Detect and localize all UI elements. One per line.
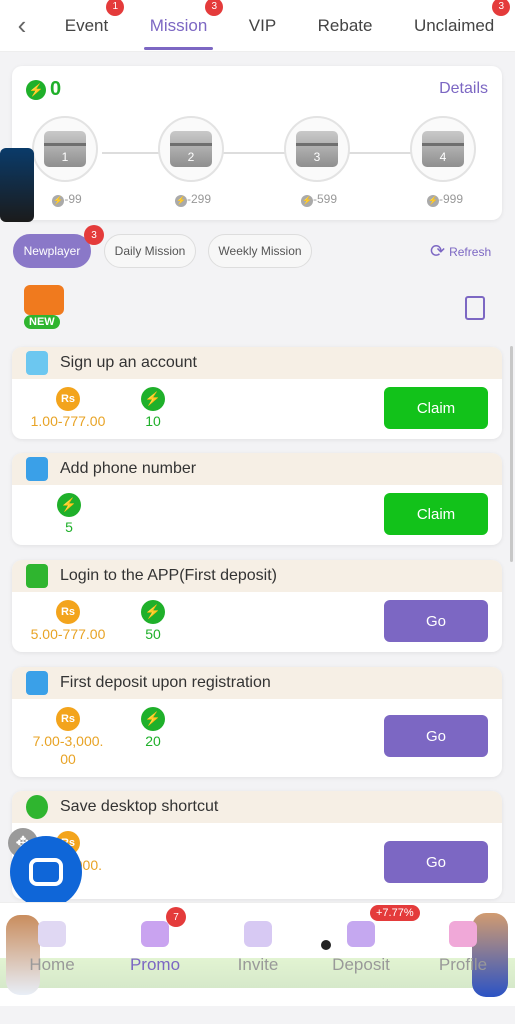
deposit-badge: +7.77% (370, 905, 420, 921)
reward-points: 10 (145, 413, 161, 429)
chest-1[interactable]: 1 ⚡-99 (32, 116, 102, 207)
task-title: Save desktop shortcut (60, 798, 219, 815)
chest-2[interactable]: 2 ⚡-299 (158, 116, 228, 207)
tab-bar: Event 1 Mission 3 VIP Rebate Unclaimed 3 (44, 0, 515, 52)
task-title: Login to the APP(First deposit) (60, 567, 277, 584)
coin-icon: Rs (56, 600, 80, 624)
chest-icon: 3 (296, 131, 338, 167)
phone-icon (26, 457, 48, 481)
top-nav: ‹ Event 1 Mission 3 VIP Rebate Unclaimed 3 (0, 0, 515, 52)
bolt-icon: ⚡ (141, 707, 165, 731)
progress-track (102, 152, 412, 154)
login-icon (26, 564, 48, 588)
reward-amount-cont: 00 (60, 751, 76, 767)
clipboard-icon (26, 351, 48, 375)
chest-icon: 2 (170, 131, 212, 167)
chest-4[interactable]: 4 ⚡-999 (410, 116, 480, 207)
task-card: Login to the APP(First deposit) Rs 5.00-… (12, 560, 502, 652)
reward-amount: 1.00-777.00 (30, 413, 106, 429)
chat-support-button[interactable] (10, 836, 82, 908)
reward-amount: 7.00-3,000. (32, 733, 104, 749)
bolt-icon: ⚡ (57, 493, 81, 517)
task-title: First deposit upon registration (60, 674, 271, 691)
details-link[interactable]: Details (439, 80, 488, 98)
chat-bubble-icon (29, 858, 63, 886)
bolt-icon: ⚡ (141, 600, 165, 624)
chest-icon: 1 (44, 131, 86, 167)
reward-points: 50 (145, 626, 161, 642)
chest-icon: 4 (422, 131, 464, 167)
bolt-icon: ⚡ (26, 79, 46, 100)
reward-points: 20 (145, 733, 161, 749)
points-total: 0 (50, 78, 62, 100)
go-button[interactable]: Go (384, 715, 488, 757)
tab-badge: 1 (106, 0, 125, 16)
back-button[interactable]: ‹ (0, 0, 44, 52)
bolt-icon: ⚡ (174, 194, 187, 207)
progress-card: ⚡ 0 Details 1 ⚡-99 2 ⚡-299 3 ⚡-599 4 ⚡-9… (12, 66, 502, 220)
task-title: Add phone number (60, 460, 197, 477)
filter-newplayer[interactable]: Newplayer (13, 234, 91, 268)
globe-icon (26, 795, 48, 819)
task-card: First deposit upon registration Rs 7.00-… (12, 667, 502, 777)
nav-profile[interactable]: Profile (432, 903, 494, 1003)
filter-daily[interactable]: Daily Mission (104, 234, 196, 268)
chevron-left-icon: ‹ (17, 10, 27, 40)
tab-badge: 3 (205, 0, 224, 16)
tab-mission[interactable]: Mission 3 (143, 0, 224, 52)
bolt-icon: ⚡ (141, 387, 165, 411)
filter-badge: 3 (84, 225, 104, 245)
refresh-button[interactable]: ⟳ Refresh (430, 241, 491, 262)
tab-rebate[interactable]: Rebate (312, 0, 379, 52)
claim-button[interactable]: Claim (384, 387, 488, 429)
tab-unclaimed[interactable]: Unclaimed 3 (408, 0, 511, 52)
promo-tag-icon (141, 921, 169, 947)
task-title: Sign up an account (60, 354, 197, 371)
tab-event[interactable]: Event 1 (59, 0, 125, 52)
claim-button[interactable]: Claim (384, 493, 488, 535)
bottom-nav: Home Promo 7 Invite Deposit +7.77% Profi… (0, 902, 515, 1006)
refresh-icon: ⟳ (430, 241, 446, 261)
reward-points: 5 (65, 519, 73, 535)
go-button[interactable]: Go (384, 600, 488, 642)
task-card: Save desktop shortcut Rs 000. Go (12, 791, 502, 899)
nav-home[interactable]: Home (22, 903, 82, 1003)
promo-badge: 7 (166, 907, 186, 927)
tab-vip[interactable]: VIP (243, 0, 282, 52)
profile-icon (449, 921, 477, 947)
record-icon[interactable] (465, 296, 485, 320)
chest-3[interactable]: 3 ⚡-599 (284, 116, 354, 207)
bolt-icon: ⚡ (426, 194, 439, 207)
soccer-ball-icon (318, 937, 334, 953)
filter-weekly[interactable]: Weekly Mission (208, 234, 312, 268)
coin-icon: Rs (56, 707, 80, 731)
wallet-icon (347, 921, 375, 947)
task-card: Sign up an account Rs 1.00-777.00 ⚡ 10 C… (12, 347, 502, 439)
bolt-icon: ⚡ (52, 194, 65, 207)
go-button[interactable]: Go (384, 841, 488, 883)
live-badge-icon[interactable] (0, 148, 34, 222)
nav-invite[interactable]: Invite (228, 903, 288, 1003)
task-card: Add phone number ⚡ 5 Claim (12, 453, 502, 545)
wallet-icon (26, 671, 48, 695)
new-gift-icon: NEW (20, 285, 68, 329)
tab-badge: 3 (492, 0, 511, 16)
home-icon (38, 921, 66, 947)
bolt-icon: ⚡ (300, 194, 313, 207)
invite-icon (244, 921, 272, 947)
coin-icon: Rs (56, 387, 80, 411)
reward-amount: 5.00-777.00 (30, 626, 106, 642)
scrollbar[interactable] (510, 346, 513, 562)
